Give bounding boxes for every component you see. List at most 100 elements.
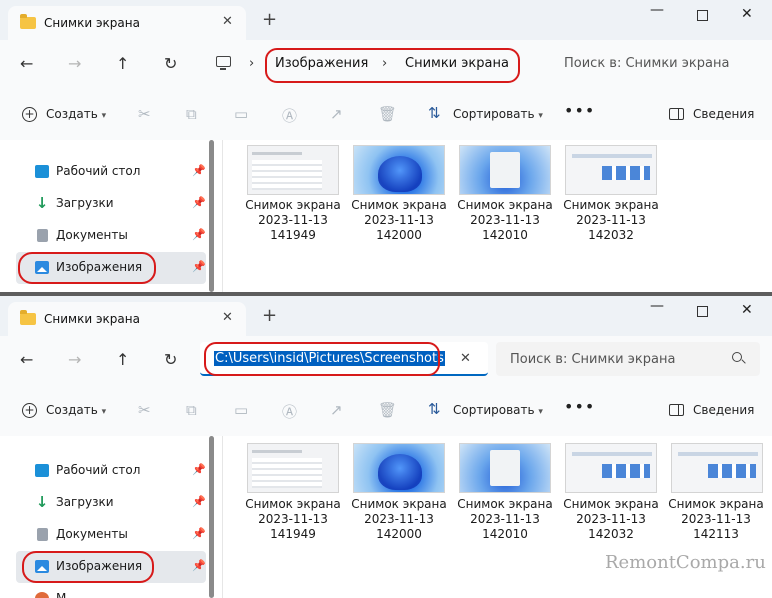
chevron-down-icon: ▾: [101, 407, 107, 417]
chevron-down-icon: ▾: [538, 111, 543, 121]
back-button[interactable]: ←: [20, 54, 33, 73]
sidebar-item-downloads[interactable]: ↓ Загрузки 📌: [16, 188, 206, 220]
file-name: Снимок экрана 2023-11-13 142032: [563, 198, 659, 242]
paste-icon[interactable]: ▭: [234, 105, 248, 123]
pin-icon: 📌: [192, 527, 206, 540]
sidebar-item-documents[interactable]: Документы 📌: [16, 519, 206, 551]
tab-bar: Снимки экрана ✕ + — ✕: [0, 296, 772, 336]
copy-icon[interactable]: ⧉: [186, 105, 197, 123]
chevron-down-icon: ▾: [101, 111, 107, 121]
sidebar-item-label: М: [56, 591, 67, 598]
sort-label: Сортировать: [453, 403, 535, 417]
search-icon[interactable]: [732, 352, 742, 362]
file-name: Снимок экрана 2023-11-13 142010: [457, 497, 553, 541]
search-box[interactable]: Поиск в: Снимки экрана: [496, 342, 760, 376]
file-name: Снимок экрана 2023-11-13 142032: [563, 497, 659, 541]
sidebar-scrollbar[interactable]: [209, 436, 214, 598]
sidebar-item-label: Рабочий стол: [56, 463, 141, 477]
command-bar: + Создать ▾ ✂ ⧉ ▭ Ⓐ ↗ 🗑 ⇅ Сортировать ▾ …: [0, 386, 772, 436]
refresh-button[interactable]: ↻: [164, 54, 177, 73]
file-thumbnail: [459, 145, 551, 195]
back-button[interactable]: ←: [20, 350, 33, 369]
pane-divider[interactable]: [222, 140, 223, 292]
maximize-button[interactable]: [697, 306, 708, 317]
details-pane-icon: [669, 108, 684, 120]
root-chevron-icon[interactable]: ›: [249, 56, 254, 71]
pin-icon: 📌: [192, 463, 206, 476]
sort-icon: ⇅: [428, 104, 441, 122]
search-input[interactable]: Поиск в: Снимки экрана: [510, 352, 675, 367]
copy-icon[interactable]: ⧉: [186, 401, 197, 419]
sidebar-item-label: Загрузки: [56, 196, 114, 210]
this-pc-icon[interactable]: [216, 56, 231, 70]
folder-icon: [20, 14, 36, 29]
tab-screenshots[interactable]: Снимки экрана ✕: [8, 6, 246, 40]
file-thumbnail: [671, 443, 763, 493]
highlight-ring: [265, 48, 520, 83]
delete-icon[interactable]: 🗑: [378, 401, 397, 419]
sidebar-item-label: Документы: [56, 527, 128, 541]
create-button[interactable]: Создать ▾: [46, 403, 106, 417]
cut-icon[interactable]: ✂: [138, 401, 151, 419]
highlight-ring: [22, 551, 154, 583]
tab-screenshots[interactable]: Снимки экрана ✕: [8, 302, 246, 336]
clear-icon[interactable]: ✕: [460, 351, 471, 366]
forward-button[interactable]: →: [68, 54, 81, 73]
new-tab-button[interactable]: +: [262, 307, 277, 325]
share-icon[interactable]: ↗: [330, 105, 343, 123]
navigation-pane: Рабочий стол 📌 ↓ Загрузки 📌 Документы 📌 …: [0, 436, 212, 598]
minimize-button[interactable]: —: [650, 298, 664, 314]
sidebar-item-documents[interactable]: Документы 📌: [16, 220, 206, 252]
sidebar-item-downloads[interactable]: ↓ Загрузки 📌: [16, 487, 206, 519]
file-thumbnail: [247, 443, 339, 493]
create-button[interactable]: Создать ▾: [46, 107, 106, 121]
rename-icon[interactable]: Ⓐ: [282, 401, 297, 422]
sort-button[interactable]: Сортировать ▾: [453, 403, 543, 417]
tab-title: Снимки экрана: [44, 312, 140, 326]
more-options-icon[interactable]: •••: [564, 397, 595, 416]
refresh-button[interactable]: ↻: [164, 350, 177, 369]
sort-icon: ⇅: [428, 400, 441, 418]
sidebar-item-partial[interactable]: М: [16, 583, 206, 598]
tab-close-icon[interactable]: ✕: [222, 14, 233, 29]
more-options-icon[interactable]: •••: [564, 101, 595, 120]
sort-button[interactable]: Сортировать ▾: [453, 107, 543, 121]
sidebar-item-label: Рабочий стол: [56, 164, 141, 178]
share-icon[interactable]: ↗: [330, 401, 343, 419]
address-bar: ← → ↑ ↻ › Изображения › Снимки экрана По…: [0, 40, 772, 90]
forward-button[interactable]: →: [68, 350, 81, 369]
search-box[interactable]: Поиск в: Снимки экрана: [548, 46, 762, 80]
tab-close-icon[interactable]: ✕: [222, 310, 233, 325]
folder-icon: [20, 310, 36, 325]
file-name: Снимок экрана 2023-11-13 141949: [245, 497, 341, 541]
details-button[interactable]: Сведения: [693, 107, 754, 121]
sidebar-item-desktop[interactable]: Рабочий стол 📌: [16, 455, 206, 487]
file-thumbnail: [565, 145, 657, 195]
create-label: Создать: [46, 107, 98, 121]
details-button[interactable]: Сведения: [693, 403, 754, 417]
sidebar-item-desktop[interactable]: Рабочий стол 📌: [16, 156, 206, 188]
tab-bar: Снимки экрана ✕ + — ✕: [0, 0, 772, 40]
file-thumbnail: [353, 145, 445, 195]
up-button[interactable]: ↑: [116, 54, 129, 73]
pane-divider[interactable]: [222, 436, 223, 598]
delete-icon[interactable]: 🗑: [378, 105, 397, 123]
paste-icon[interactable]: ▭: [234, 401, 248, 419]
search-input[interactable]: Поиск в: Снимки экрана: [564, 56, 729, 71]
pin-icon: 📌: [192, 228, 206, 241]
cut-icon[interactable]: ✂: [138, 105, 151, 123]
documents-icon: [37, 229, 48, 242]
rename-icon[interactable]: Ⓐ: [282, 105, 297, 126]
sidebar-scrollbar[interactable]: [209, 140, 214, 292]
downloads-icon: ↓: [35, 194, 49, 212]
up-button[interactable]: ↑: [116, 350, 129, 369]
maximize-button[interactable]: [697, 10, 708, 21]
music-icon: [35, 592, 49, 598]
new-tab-button[interactable]: +: [262, 11, 277, 29]
minimize-button[interactable]: —: [650, 2, 664, 18]
create-icon: +: [22, 107, 37, 122]
close-button[interactable]: ✕: [741, 6, 753, 22]
close-button[interactable]: ✕: [741, 302, 753, 318]
command-bar: + Создать ▾ ✂ ⧉ ▭ Ⓐ ↗ 🗑 ⇅ Сортировать ▾ …: [0, 90, 772, 140]
details-pane-icon: [669, 404, 684, 416]
